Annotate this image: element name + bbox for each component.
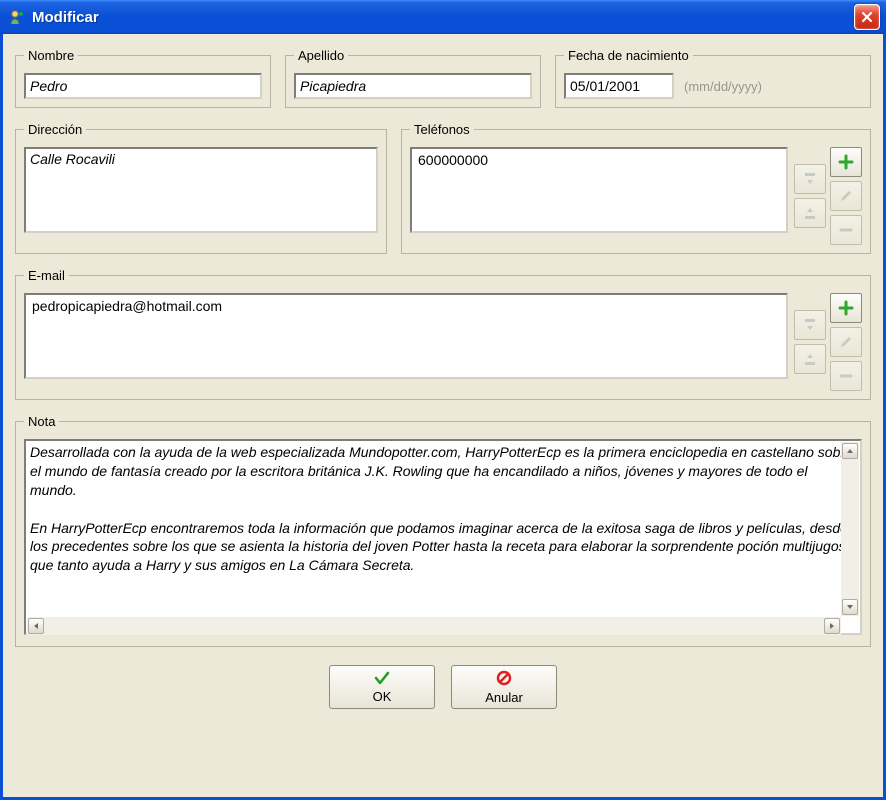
label-nota: Nota [24,414,59,429]
label-fecha: Fecha de nacimiento [564,48,693,63]
group-telefonos: Teléfonos 600000000 [401,122,871,254]
window-title: Modificar [32,9,854,26]
cancel-label: Anular [485,690,523,705]
ok-label: OK [373,689,392,704]
input-fecha[interactable] [564,73,674,99]
remove-button[interactable] [830,215,862,245]
group-direccion: Dirección [15,122,387,254]
check-icon [374,671,390,688]
add-button[interactable] [830,293,862,323]
label-nombre: Nombre [24,48,78,63]
label-telefonos: Teléfonos [410,122,474,137]
scroll-up-icon[interactable] [842,443,858,459]
group-apellido: Apellido [285,48,541,108]
scroll-down-icon[interactable] [842,599,858,615]
list-item[interactable]: pedropicapiedra@hotmail.com [30,297,782,315]
textarea-direccion[interactable] [24,147,378,233]
app-icon [8,8,26,26]
remove-button[interactable] [830,361,862,391]
list-item[interactable]: 600000000 [416,151,782,169]
hint-fecha: (mm/dd/yyyy) [684,79,762,94]
horizontal-scrollbar[interactable] [27,617,841,635]
edit-button[interactable] [830,327,862,357]
move-up-button[interactable] [794,164,826,194]
scroll-right-icon[interactable] [824,618,840,634]
textarea-nota[interactable] [24,439,862,635]
dialog-body: Nombre Apellido Fecha de nacimiento (mm/… [0,34,886,800]
add-button[interactable] [830,147,862,177]
edit-button[interactable] [830,181,862,211]
cancel-button[interactable]: Anular [451,665,557,709]
scroll-left-icon[interactable] [28,618,44,634]
titlebar[interactable]: Modificar [0,0,886,34]
group-fecha: Fecha de nacimiento (mm/dd/yyyy) [555,48,871,108]
group-nota: Nota [15,414,871,647]
vertical-scrollbar[interactable] [841,442,859,616]
group-email: E-mail pedropicapiedra@hotmail.com [15,268,871,400]
close-button[interactable] [854,4,880,30]
input-apellido[interactable] [294,73,532,99]
move-down-button[interactable] [794,198,826,228]
group-nombre: Nombre [15,48,271,108]
list-emails[interactable]: pedropicapiedra@hotmail.com [24,293,788,379]
prohibit-icon [496,670,512,689]
label-email: E-mail [24,268,69,283]
label-apellido: Apellido [294,48,348,63]
input-nombre[interactable] [24,73,262,99]
list-telefonos[interactable]: 600000000 [410,147,788,233]
label-direccion: Dirección [24,122,86,137]
move-down-button[interactable] [794,344,826,374]
move-up-button[interactable] [794,310,826,340]
ok-button[interactable]: OK [329,665,435,709]
